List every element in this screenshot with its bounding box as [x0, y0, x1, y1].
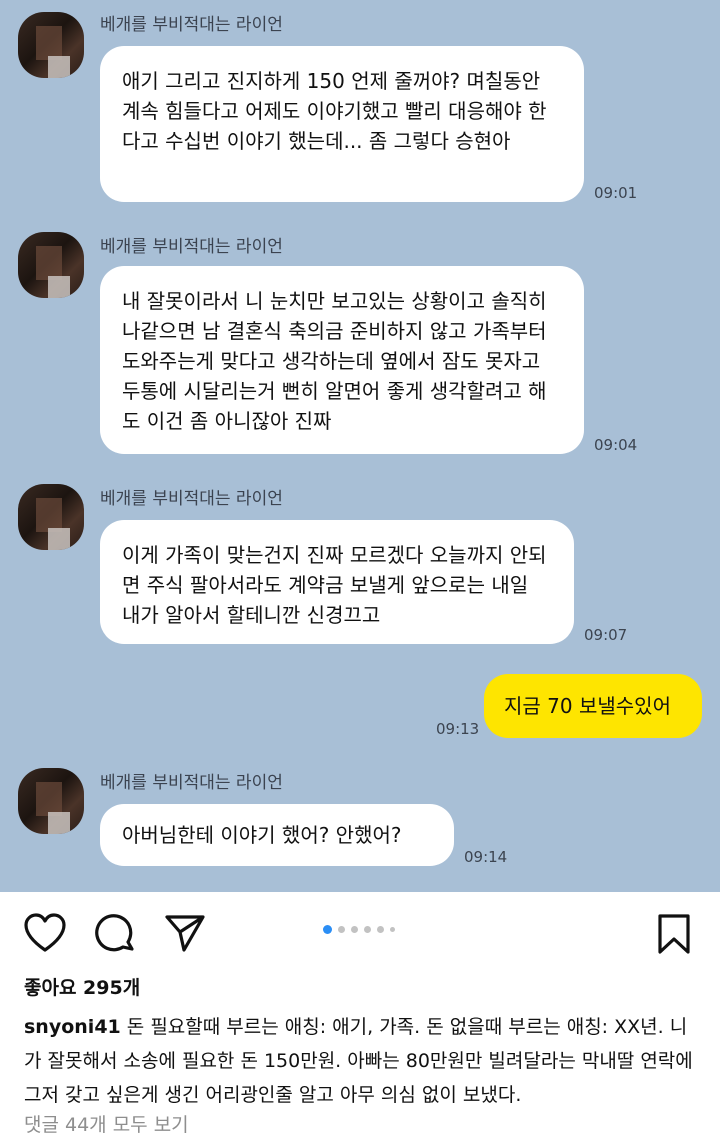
- message-bubble[interactable]: 이게 가족이 맞는건지 진짜 모르겠다 오늘까지 안되면 주식 팔아서라도 계약…: [100, 520, 574, 644]
- view-all-comments-link[interactable]: 댓글 44개 모두 보기: [24, 1110, 189, 1137]
- chat-area: 베개를 부비적대는 라이언 애기 그리고 진지하게 150 언제 줄꺼야? 며칠…: [0, 0, 720, 892]
- like-count[interactable]: 좋아요 295개: [24, 973, 140, 1000]
- sender-name: 베개를 부비적대는 라이언: [100, 489, 283, 509]
- message-time: 09:14: [464, 848, 508, 866]
- message-time: 09:13: [436, 720, 480, 738]
- sender-name: 베개를 부비적대는 라이언: [100, 773, 283, 793]
- post-caption: snyoni41 돈 필요할때 부르는 애칭: 애기, 가족. 돈 없을때 부르…: [24, 1010, 704, 1112]
- carousel-dot: [390, 927, 395, 932]
- carousel-dot: [364, 926, 371, 933]
- sender-name: 베개를 부비적대는 라이언: [100, 15, 283, 35]
- message-time: 09:01: [594, 184, 638, 202]
- message-time: 09:07: [584, 626, 628, 644]
- heart-icon[interactable]: [24, 913, 66, 957]
- message-bubble[interactable]: 아버님한테 이야기 했어? 안했어?: [100, 804, 454, 866]
- carousel-dot: [351, 926, 358, 933]
- sender-avatar[interactable]: [18, 768, 84, 834]
- comment-icon[interactable]: [94, 913, 136, 959]
- carousel-dot: [377, 926, 384, 933]
- carousel-dot: [338, 926, 345, 933]
- message-bubble[interactable]: 애기 그리고 진지하게 150 언제 줄꺼야? 며칠동안 계속 힘들다고 어제도…: [100, 46, 584, 202]
- sender-avatar[interactable]: [18, 12, 84, 78]
- caption-text: 돈 필요할때 부르는 애칭: 애기, 가족. 돈 없을때 부르는 애칭: XX년…: [24, 1016, 693, 1106]
- carousel-indicator: [323, 925, 395, 934]
- carousel-dot: [323, 925, 332, 934]
- message-bubble[interactable]: 내 잘못이라서 니 눈치만 보고있는 상황이고 솔직히 나같으면 남 결혼식 축…: [100, 266, 584, 454]
- post-action-bar: [0, 905, 720, 965]
- sender-avatar[interactable]: [18, 232, 84, 298]
- caption-username[interactable]: snyoni41: [24, 1016, 121, 1038]
- bookmark-icon[interactable]: [656, 913, 692, 959]
- sender-name: 베개를 부비적대는 라이언: [100, 237, 283, 257]
- message-time: 09:04: [594, 436, 638, 454]
- my-message-bubble[interactable]: 지금 70 보낼수있어: [484, 674, 702, 738]
- sender-avatar[interactable]: [18, 484, 84, 550]
- share-icon[interactable]: [164, 913, 206, 957]
